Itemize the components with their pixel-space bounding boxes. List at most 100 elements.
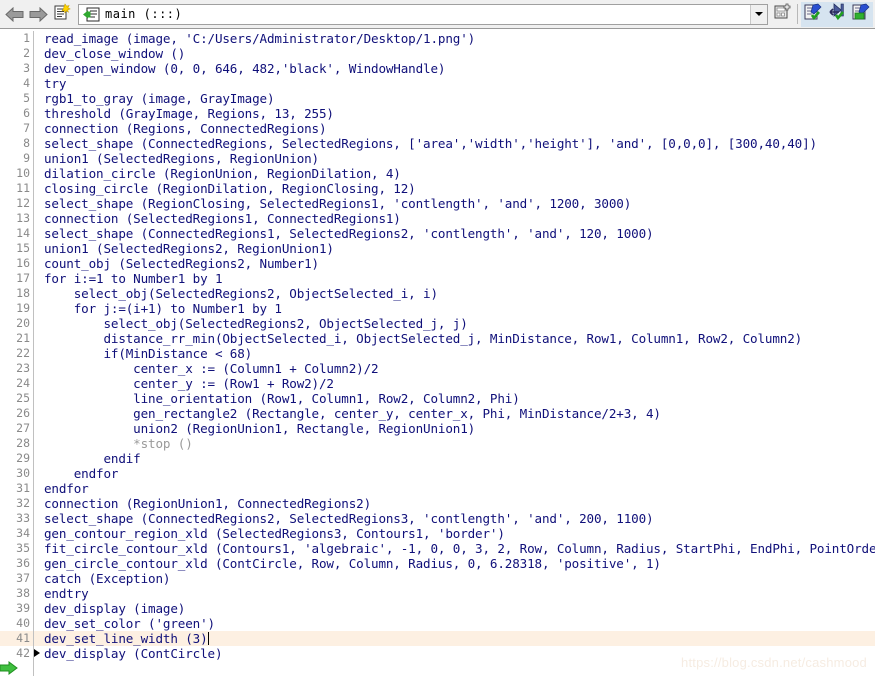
code-text: dev_set_line_width (3): [44, 631, 209, 646]
procedure-combobox[interactable]: main (:::): [78, 3, 768, 25]
line-marker-gutter[interactable]: [34, 76, 42, 91]
code-line[interactable]: 23 center_x := (Column1 + Column2)/2: [0, 361, 875, 376]
code-line[interactable]: 39 dev_display (image): [0, 601, 875, 616]
line-marker-gutter[interactable]: [34, 631, 42, 646]
line-marker-gutter[interactable]: [34, 391, 42, 406]
apply-button[interactable]: [849, 2, 873, 26]
line-marker-gutter[interactable]: [34, 286, 42, 301]
procedure-dropdown-button[interactable]: [750, 4, 767, 24]
line-number: 7: [0, 121, 34, 136]
code-line[interactable]: 38 endtry: [0, 586, 875, 601]
line-marker-gutter[interactable]: [34, 646, 42, 661]
step-over-button[interactable]: [825, 2, 849, 26]
code-line[interactable]: 10 dilation_circle (RegionUnion, RegionDi…: [0, 166, 875, 181]
line-marker-gutter[interactable]: [34, 331, 42, 346]
line-marker-gutter[interactable]: [34, 211, 42, 226]
code-line[interactable]: 37 catch (Exception): [0, 571, 875, 586]
line-marker-gutter[interactable]: [34, 136, 42, 151]
code-line[interactable]: 14 select_shape (ConnectedRegions1, Selec…: [0, 226, 875, 241]
back-button[interactable]: [2, 2, 26, 26]
code-line[interactable]: 13 connection (SelectedRegions1, Connecte…: [0, 211, 875, 226]
line-marker-gutter[interactable]: [34, 571, 42, 586]
line-marker-gutter[interactable]: [34, 166, 42, 181]
line-marker-gutter[interactable]: [34, 106, 42, 121]
code-line[interactable]: 34 gen_contour_region_xld (SelectedRegion…: [0, 526, 875, 541]
code-line[interactable]: 9 union1 (SelectedRegions, RegionUnion): [0, 151, 875, 166]
code-line[interactable]: 30 endfor: [0, 466, 875, 481]
code-line[interactable]: 16 count_obj (SelectedRegions2, Number1): [0, 256, 875, 271]
code-text: *stop (): [44, 436, 193, 451]
code-line[interactable]: 17 for i:=1 to Number1 by 1: [0, 271, 875, 286]
line-number: 20: [0, 316, 34, 331]
line-marker-gutter[interactable]: [34, 421, 42, 436]
code-line[interactable]: 1 read_image (image, 'C:/Users/Administra…: [0, 31, 875, 46]
forward-button[interactable]: [26, 2, 50, 26]
code-line[interactable]: 28 *stop (): [0, 436, 875, 451]
code-line[interactable]: 21 distance_rr_min(ObjectSelected_i, Obj…: [0, 331, 875, 346]
line-marker-gutter[interactable]: [34, 316, 42, 331]
code-line[interactable]: 26 gen_rectangle2 (Rectangle, center_y, …: [0, 406, 875, 421]
line-marker-gutter[interactable]: [34, 586, 42, 601]
line-marker-gutter[interactable]: [34, 616, 42, 631]
new-procedure-button[interactable]: [50, 2, 74, 26]
insert-operator-button[interactable]: [801, 2, 825, 26]
line-marker-gutter[interactable]: [34, 406, 42, 421]
code-line[interactable]: 11 closing_circle (RegionDilation, Region…: [0, 181, 875, 196]
line-marker-gutter[interactable]: [34, 181, 42, 196]
code-line[interactable]: 40 dev_set_color ('green'): [0, 616, 875, 631]
code-line[interactable]: 27 union2 (RegionUnion1, Rectangle, Regi…: [0, 421, 875, 436]
code-text: select_shape (ConnectedRegions2, Selecte…: [44, 511, 654, 526]
code-line[interactable]: 8 select_shape (ConnectedRegions, Selecte…: [0, 136, 875, 151]
line-marker-gutter[interactable]: [34, 271, 42, 286]
code-line[interactable]: 36 gen_circle_contour_xld (ContCircle, Ro…: [0, 556, 875, 571]
code-text: select_shape (ConnectedRegions, Selected…: [44, 136, 817, 151]
line-marker-gutter[interactable]: [34, 436, 42, 451]
line-number: 8: [0, 136, 34, 151]
code-line[interactable]: 19 for j:=(i+1) to Number1 by 1: [0, 301, 875, 316]
line-marker-gutter[interactable]: [34, 121, 42, 136]
line-marker-gutter[interactable]: [34, 481, 42, 496]
line-marker-gutter[interactable]: [34, 466, 42, 481]
code-line[interactable]: 6 threshold (GrayImage, Regions, 13, 255): [0, 106, 875, 121]
code-line[interactable]: 18 select_obj(SelectedRegions2, ObjectSe…: [0, 286, 875, 301]
code-line[interactable]: 25 line_orientation (Row1, Column1, Row2…: [0, 391, 875, 406]
code-line[interactable]: 24 center_y := (Row1 + Row2)/2: [0, 376, 875, 391]
code-line[interactable]: 35 fit_circle_contour_xld (Contours1, 'al…: [0, 541, 875, 556]
code-line[interactable]: 12 select_shape (RegionClosing, SelectedR…: [0, 196, 875, 211]
line-marker-gutter[interactable]: [34, 226, 42, 241]
insert-procedure-call-button[interactable]: [770, 2, 794, 26]
code-line[interactable]: 22 if(MinDistance < 68): [0, 346, 875, 361]
line-marker-gutter[interactable]: [34, 196, 42, 211]
line-marker-gutter[interactable]: [34, 346, 42, 361]
line-marker-gutter[interactable]: [34, 91, 42, 106]
line-marker-gutter[interactable]: [34, 511, 42, 526]
line-marker-gutter[interactable]: [34, 256, 42, 271]
line-marker-gutter[interactable]: [34, 556, 42, 571]
line-marker-gutter[interactable]: [34, 31, 42, 46]
code-line[interactable]: 20 select_obj(SelectedRegions2, ObjectSe…: [0, 316, 875, 331]
code-line[interactable]: 31 endfor: [0, 481, 875, 496]
code-line[interactable]: 41 dev_set_line_width (3): [0, 631, 875, 646]
code-line[interactable]: 5 rgb1_to_gray (image, GrayImage): [0, 91, 875, 106]
line-marker-gutter[interactable]: [34, 541, 42, 556]
code-line[interactable]: 4 try: [0, 76, 875, 91]
code-line[interactable]: 33 select_shape (ConnectedRegions2, Selec…: [0, 511, 875, 526]
line-marker-gutter[interactable]: [34, 151, 42, 166]
line-marker-gutter[interactable]: [34, 526, 42, 541]
line-marker-gutter[interactable]: [34, 376, 42, 391]
line-marker-gutter[interactable]: [34, 361, 42, 376]
line-marker-gutter[interactable]: [34, 601, 42, 616]
line-marker-gutter[interactable]: [34, 46, 42, 61]
code-line[interactable]: 7 connection (Regions, ConnectedRegions): [0, 121, 875, 136]
code-line[interactable]: 32 connection (RegionUnion1, ConnectedReg…: [0, 496, 875, 511]
line-marker-gutter[interactable]: [34, 241, 42, 256]
code-line[interactable]: 15 union1 (SelectedRegions2, RegionUnion1…: [0, 241, 875, 256]
line-marker-gutter[interactable]: [34, 451, 42, 466]
code-line[interactable]: 2 dev_close_window (): [0, 46, 875, 61]
code-line[interactable]: 29 endif: [0, 451, 875, 466]
line-marker-gutter[interactable]: [34, 61, 42, 76]
code-line[interactable]: 3 dev_open_window (0, 0, 646, 482,'black'…: [0, 61, 875, 76]
line-marker-gutter[interactable]: [34, 301, 42, 316]
code-editor[interactable]: 1 read_image (image, 'C:/Users/Administra…: [0, 29, 875, 676]
line-marker-gutter[interactable]: [34, 496, 42, 511]
